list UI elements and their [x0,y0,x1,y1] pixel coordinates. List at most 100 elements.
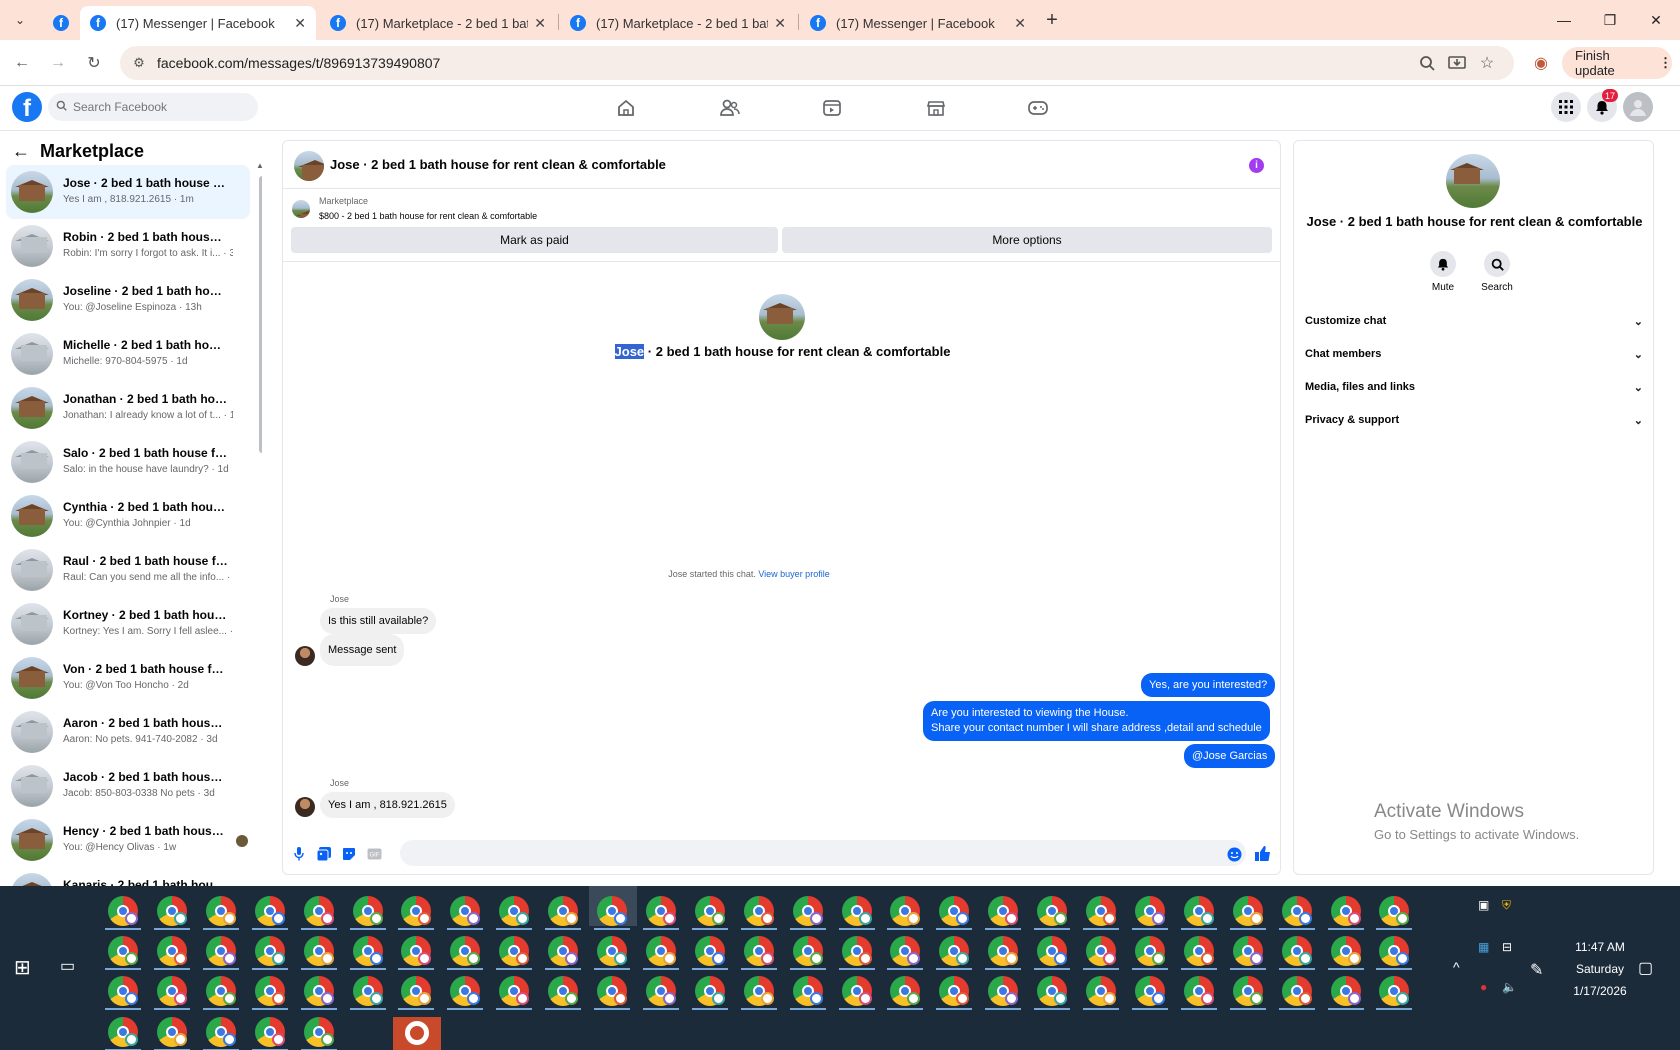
tab-marketplace-2[interactable]: f (17) Marketplace - 2 bed 1 bath ✕ [560,6,796,40]
chrome-profile-taskbar-icon[interactable] [887,936,923,970]
photo-icon[interactable] [316,846,332,862]
chrome-profile-taskbar-icon[interactable] [105,936,141,970]
chrome-profile-taskbar-icon[interactable] [496,896,532,930]
chrome-profile-taskbar-icon[interactable] [985,976,1021,1010]
chrome-profile-taskbar-icon[interactable] [203,896,239,930]
chrome-profile-taskbar-icon[interactable] [447,976,483,1010]
back-arrow-icon[interactable]: ← [11,52,33,74]
site-info-icon[interactable]: ⚙ [128,52,150,74]
tab-pinned-facebook[interactable]: f [44,6,78,40]
chrome-profile-taskbar-icon[interactable] [643,936,679,970]
menu-grid-icon[interactable] [1551,92,1581,122]
pen-icon[interactable]: ✎ [1530,960,1543,980]
like-thumb-icon[interactable] [1255,846,1271,862]
chrome-profile-taskbar-icon[interactable] [301,936,337,970]
chrome-profile-taskbar-icon[interactable] [496,936,532,970]
chrome-profile-taskbar-icon[interactable] [350,936,386,970]
chrome-profile-taskbar-icon[interactable] [105,896,141,930]
customize-chat-section[interactable]: Customize chat ⌄ [1305,309,1643,333]
chat-members-section[interactable]: Chat members ⌄ [1305,342,1643,366]
mark-as-paid-button[interactable]: Mark as paid [291,227,778,253]
chrome-profile-taskbar-icon[interactable] [1328,936,1364,970]
bell-icon[interactable] [1430,251,1456,277]
volume-icon[interactable]: 🔈 [1502,980,1517,994]
chrome-profile-taskbar-icon[interactable] [1376,896,1412,930]
gif-icon[interactable]: GIF [366,846,382,862]
chrome-profile-taskbar-icon[interactable] [105,1017,141,1050]
chrome-profile-taskbar-icon[interactable] [447,896,483,930]
chrome-profile-taskbar-icon[interactable] [1230,896,1266,930]
outgoing-message[interactable]: @Jose Garcias [1184,744,1276,768]
search-icon[interactable] [1484,251,1510,277]
chrome-profile-taskbar-icon[interactable] [985,896,1021,930]
message-input[interactable] [400,840,1246,866]
chrome-profile-taskbar-icon[interactable] [741,976,777,1010]
chrome-profile-taskbar-icon[interactable] [1034,896,1070,930]
chrome-profile-taskbar-icon[interactable] [936,936,972,970]
chrome-profile-taskbar-icon[interactable] [350,896,386,930]
close-tab-icon[interactable]: ✕ [1014,15,1026,32]
scroll-up-arrow-icon[interactable]: ▲ [256,161,262,170]
conversation-item[interactable]: Michelle · 2 bed 1 bath house f... Michel… [6,327,250,381]
meet-now-icon[interactable]: ▣ [1478,898,1489,912]
chrome-profile-taskbar-icon[interactable] [252,1017,288,1050]
mute-action[interactable]: Mute [1418,251,1468,293]
restore-button[interactable]: ❐ [1590,8,1630,32]
reload-icon[interactable]: ↻ [83,52,105,74]
conversation-item[interactable]: Jonathan · 2 bed 1 bath house f... Jonath… [6,381,250,435]
conversation-item[interactable]: Robin · 2 bed 1 bath house for r... Robin… [6,219,250,273]
emoji-icon[interactable] [1226,846,1242,862]
chrome-profile-taskbar-icon[interactable] [887,896,923,930]
bookmark-star-icon[interactable]: ☆ [1476,52,1498,74]
tab-messenger-active[interactable]: f (17) Messenger | Facebook ✕ [80,6,316,40]
scrollbar-thumb[interactable] [259,176,262,453]
close-window-button[interactable]: ✕ [1636,8,1676,32]
chrome-profile-taskbar-icon[interactable] [1034,936,1070,970]
gaming-icon[interactable] [1026,96,1050,120]
chrome-profile-taskbar-icon[interactable] [1034,976,1070,1010]
chrome-profile-taskbar-icon[interactable] [301,976,337,1010]
network-icon[interactable]: ⊟ [1502,940,1512,954]
chrome-profile-taskbar-icon[interactable] [447,936,483,970]
chrome-profile-taskbar-icon[interactable] [1132,976,1168,1010]
clock-time[interactable]: 11:47 AM [1560,940,1640,954]
microphone-icon[interactable] [291,846,307,862]
conversation-item[interactable]: Kanaris · 2 bed 1 bath house f... [6,867,250,886]
show-hidden-icons-chevron-icon[interactable]: ^ [1453,959,1460,975]
privacy-support-section[interactable]: Privacy & support ⌄ [1305,408,1643,432]
opera-taskbar-icon[interactable] [393,1017,441,1050]
chrome-profile-taskbar-icon[interactable] [301,1017,337,1050]
close-tab-icon[interactable]: ✕ [294,15,306,32]
chrome-profile-taskbar-icon[interactable] [496,976,532,1010]
chrome-profile-taskbar-icon[interactable] [252,976,288,1010]
conversation-item[interactable]: Joseline · 2 bed 1 bath house fo... You: … [6,273,250,327]
chrome-profile-taskbar-icon[interactable] [252,936,288,970]
back-arrow-icon[interactable]: ← [12,141,30,162]
chrome-profile-taskbar-icon[interactable] [1376,976,1412,1010]
chrome-profile-taskbar-icon[interactable] [1181,936,1217,970]
incoming-message[interactable]: Is this still available? [320,608,437,634]
chrome-profile-taskbar-icon[interactable] [1279,896,1315,930]
chrome-profile-taskbar-icon[interactable] [1230,976,1266,1010]
view-buyer-profile-link[interactable]: View buyer profile [758,569,829,579]
chrome-profile-taskbar-icon[interactable] [203,936,239,970]
chrome-profile-taskbar-icon[interactable] [692,896,728,930]
chrome-profile-taskbar-icon[interactable] [887,976,923,1010]
chat-avatar[interactable] [294,151,324,181]
outgoing-message[interactable]: Yes, are you interested? [1141,673,1276,697]
chrome-profile-taskbar-icon[interactable] [692,936,728,970]
listing-price-title[interactable]: $800 - 2 bed 1 bath house for rent clean… [319,211,537,221]
facebook-search[interactable] [48,93,258,121]
incoming-message[interactable]: Message sent [320,634,405,666]
url-text[interactable]: facebook.com/messages/t/896913739490807 [157,55,440,71]
profile-icon[interactable]: ◉ [1530,52,1552,74]
new-tab-button[interactable]: + [1040,8,1064,32]
video-icon[interactable] [820,96,844,120]
facebook-logo[interactable]: f [12,92,42,122]
minimize-button[interactable]: — [1544,8,1584,32]
taskbar-app-small-icon[interactable]: ▦ [1478,940,1489,954]
chrome-profile-taskbar-icon[interactable] [1181,976,1217,1010]
chrome-profile-taskbar-icon[interactable] [936,976,972,1010]
conversation-item[interactable]: Salo · 2 bed 1 bath house for re... Salo:… [6,435,250,489]
chrome-profile-taskbar-icon[interactable] [594,896,630,930]
